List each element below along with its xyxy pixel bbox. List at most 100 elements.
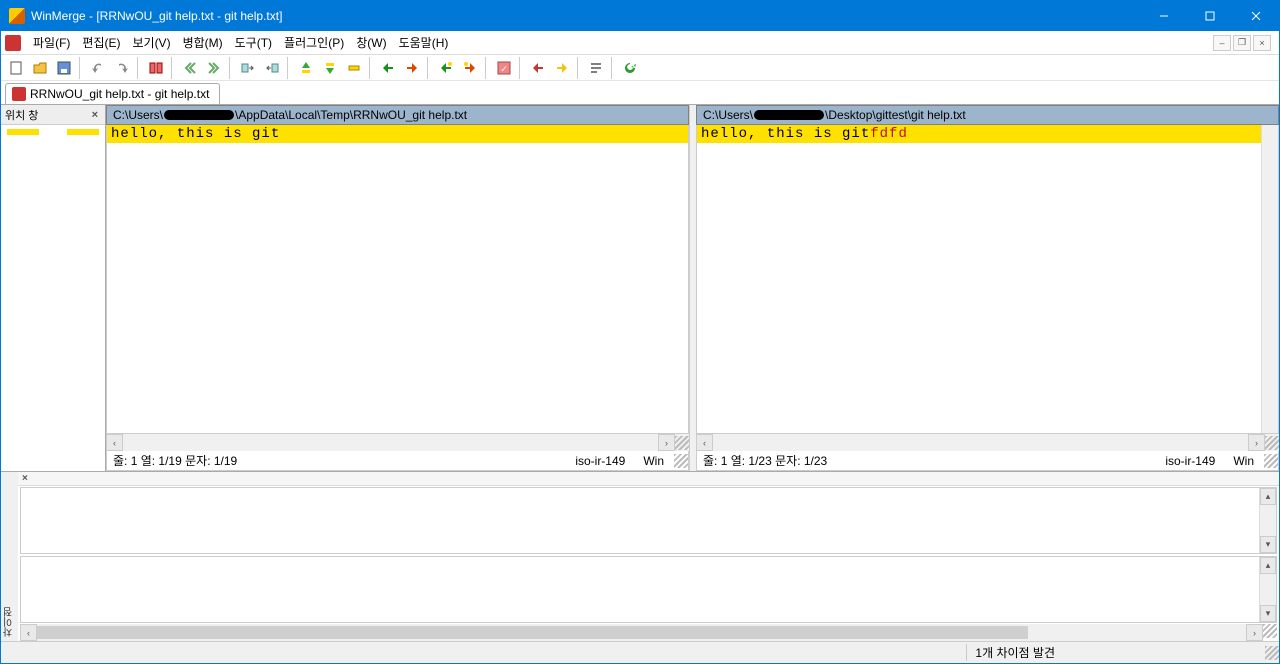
work-area: 위치 창 × C:\Users\ \AppData\Local\Temp\RRNw… xyxy=(1,105,1279,471)
next-diff-icon[interactable] xyxy=(377,57,399,79)
wrap-icon[interactable] xyxy=(585,57,607,79)
menu-plugins[interactable]: 플러그인(P) xyxy=(278,32,350,53)
mdi-doc-icon xyxy=(5,35,21,51)
right-path-suffix: \Desktop\gittest\git help.txt xyxy=(825,108,966,122)
minimize-button[interactable] xyxy=(1141,1,1187,31)
right-hscrollbar[interactable]: ‹ › xyxy=(696,434,1279,451)
diff-detail-right[interactable]: ▴▾ xyxy=(20,556,1277,623)
toolbar: ✓ xyxy=(1,55,1279,81)
redo-icon[interactable] xyxy=(111,57,133,79)
diff-pane-label: 차이점 xyxy=(2,607,17,637)
menu-edit[interactable]: 편집(E) xyxy=(76,32,126,53)
prev-diff-left-icon[interactable] xyxy=(459,57,481,79)
menu-tools[interactable]: 도구(T) xyxy=(229,32,278,53)
left-diff-line: hello, this is git xyxy=(107,125,688,143)
detail-vscroll[interactable]: ▴▾ xyxy=(1259,557,1276,622)
undo-icon[interactable] xyxy=(87,57,109,79)
left-status-row: 줄: 1 열: 1/19 문자: 1/19 iso-ir-149 Win xyxy=(106,451,689,471)
last-diff-icon[interactable] xyxy=(319,57,341,79)
scroll-right-icon: › xyxy=(658,434,675,451)
left-path-bar[interactable]: C:\Users\ \AppData\Local\Temp\RRNwOU_git … xyxy=(106,105,689,125)
diff-pane-sidebar: 차이점 xyxy=(1,472,18,641)
app-icon xyxy=(9,8,25,24)
document-tab-label: RRNwOU_git help.txt - git help.txt xyxy=(30,87,209,101)
mdi-close-button[interactable]: × xyxy=(1253,35,1271,51)
right-pane: C:\Users\ \Desktop\gittest\git help.txt h… xyxy=(696,105,1279,471)
window-title: WinMerge - [RRNwOU_git help.txt - git he… xyxy=(31,9,1141,23)
redacted-user xyxy=(754,110,824,120)
left-path-prefix: C:\Users\ xyxy=(113,108,163,122)
right-eol: Win xyxy=(1233,454,1254,468)
left-eol: Win xyxy=(643,454,664,468)
save-icon[interactable] xyxy=(53,57,75,79)
options-icon[interactable]: ✓ xyxy=(493,57,515,79)
document-tabbar: RRNwOU_git help.txt - git help.txt xyxy=(1,81,1279,105)
window-titlebar: WinMerge - [RRNwOU_git help.txt - git he… xyxy=(1,1,1279,31)
diff-detail-left[interactable]: ▴▾ xyxy=(20,487,1277,554)
next-diff-right-icon[interactable] xyxy=(435,57,457,79)
document-tab-icon xyxy=(12,87,26,101)
menu-window[interactable]: 창(W) xyxy=(350,32,392,53)
prev-diff-icon[interactable] xyxy=(401,57,423,79)
right-editor[interactable]: hello, this is gitfdfd xyxy=(697,125,1261,433)
status-diff-count: 1개 차이점 발견 xyxy=(966,644,1115,661)
menu-bar: 파일(F) 편집(E) 보기(V) 병합(M) 도구(T) 플러그인(P) 창(… xyxy=(1,31,1279,55)
diff-all-left-icon[interactable] xyxy=(179,57,201,79)
current-diff-icon[interactable] xyxy=(343,57,365,79)
document-tab[interactable]: RRNwOU_git help.txt - git help.txt xyxy=(5,83,220,104)
mdi-window-controls: – ❐ × xyxy=(1213,35,1275,51)
right-diff-line: hello, this is gitfdfd xyxy=(697,125,1261,143)
copy-left-icon[interactable] xyxy=(261,57,283,79)
location-pane-title: 위치 창 xyxy=(5,107,38,123)
redacted-user xyxy=(164,110,234,120)
first-diff-icon[interactable] xyxy=(295,57,317,79)
refresh-icon[interactable] xyxy=(619,57,641,79)
scroll-left-icon: ‹ xyxy=(696,434,713,451)
left-encoding: iso-ir-149 xyxy=(575,454,625,468)
menu-file[interactable]: 파일(F) xyxy=(27,32,76,53)
prev-file-icon[interactable] xyxy=(551,57,573,79)
location-pane-header: 위치 창 × xyxy=(1,105,105,125)
menu-view[interactable]: 보기(V) xyxy=(126,32,176,53)
copy-right-icon[interactable] xyxy=(237,57,259,79)
window-controls xyxy=(1141,1,1279,31)
location-pane: 위치 창 × xyxy=(1,105,106,471)
menu-merge[interactable]: 병합(M) xyxy=(177,32,229,53)
left-path-suffix: \AppData\Local\Temp\RRNwOU_git help.txt xyxy=(235,108,467,122)
diff-detail-pane: 차이점 × ▴▾ ▴▾ ‹ › xyxy=(1,471,1279,641)
next-file-icon[interactable] xyxy=(527,57,549,79)
menu-help[interactable]: 도움말(H) xyxy=(393,32,455,53)
resize-grip[interactable] xyxy=(1265,646,1279,660)
mdi-restore-button[interactable]: ❐ xyxy=(1233,35,1251,51)
right-path-prefix: C:\Users\ xyxy=(703,108,753,122)
detail-vscroll[interactable]: ▴▾ xyxy=(1259,488,1276,553)
mdi-minimize-button[interactable]: – xyxy=(1213,35,1231,51)
status-bar: 1개 차이점 발견 xyxy=(1,641,1279,663)
maximize-button[interactable] xyxy=(1187,1,1233,31)
scroll-right-icon: › xyxy=(1248,434,1265,451)
location-diff-indicator xyxy=(7,129,99,135)
diff-detail-hscrollbar[interactable]: ‹ › xyxy=(20,624,1277,641)
close-button[interactable] xyxy=(1233,1,1279,31)
open-icon[interactable] xyxy=(29,57,51,79)
added-text: fdfd xyxy=(870,126,908,142)
left-hscrollbar[interactable]: ‹ › xyxy=(106,434,689,451)
compare-panes: C:\Users\ \AppData\Local\Temp\RRNwOU_git … xyxy=(106,105,1279,471)
scroll-left-icon: ‹ xyxy=(106,434,123,451)
location-pane-body[interactable] xyxy=(1,125,105,471)
right-encoding: iso-ir-149 xyxy=(1165,454,1215,468)
right-vscrollbar[interactable] xyxy=(1261,125,1278,433)
right-path-bar[interactable]: C:\Users\ \Desktop\gittest\git help.txt xyxy=(696,105,1279,125)
svg-text:✓: ✓ xyxy=(500,64,508,74)
left-cursor-pos: 줄: 1 열: 1/19 문자: 1/19 xyxy=(107,452,243,469)
new-icon[interactable] xyxy=(5,57,27,79)
diff-pane-close-icon[interactable]: × xyxy=(18,473,32,484)
compare-area: C:\Users\ \AppData\Local\Temp\RRNwOU_git … xyxy=(106,105,1279,471)
left-pane: C:\Users\ \AppData\Local\Temp\RRNwOU_git … xyxy=(106,105,690,471)
location-pane-close-icon[interactable]: × xyxy=(89,109,101,121)
right-status-row: 줄: 1 열: 1/23 문자: 1/23 iso-ir-149 Win xyxy=(696,451,1279,471)
right-cursor-pos: 줄: 1 열: 1/23 문자: 1/23 xyxy=(697,452,833,469)
diff-all-right-icon[interactable] xyxy=(203,57,225,79)
compare-icon[interactable] xyxy=(145,57,167,79)
left-editor[interactable]: hello, this is git xyxy=(107,125,688,433)
